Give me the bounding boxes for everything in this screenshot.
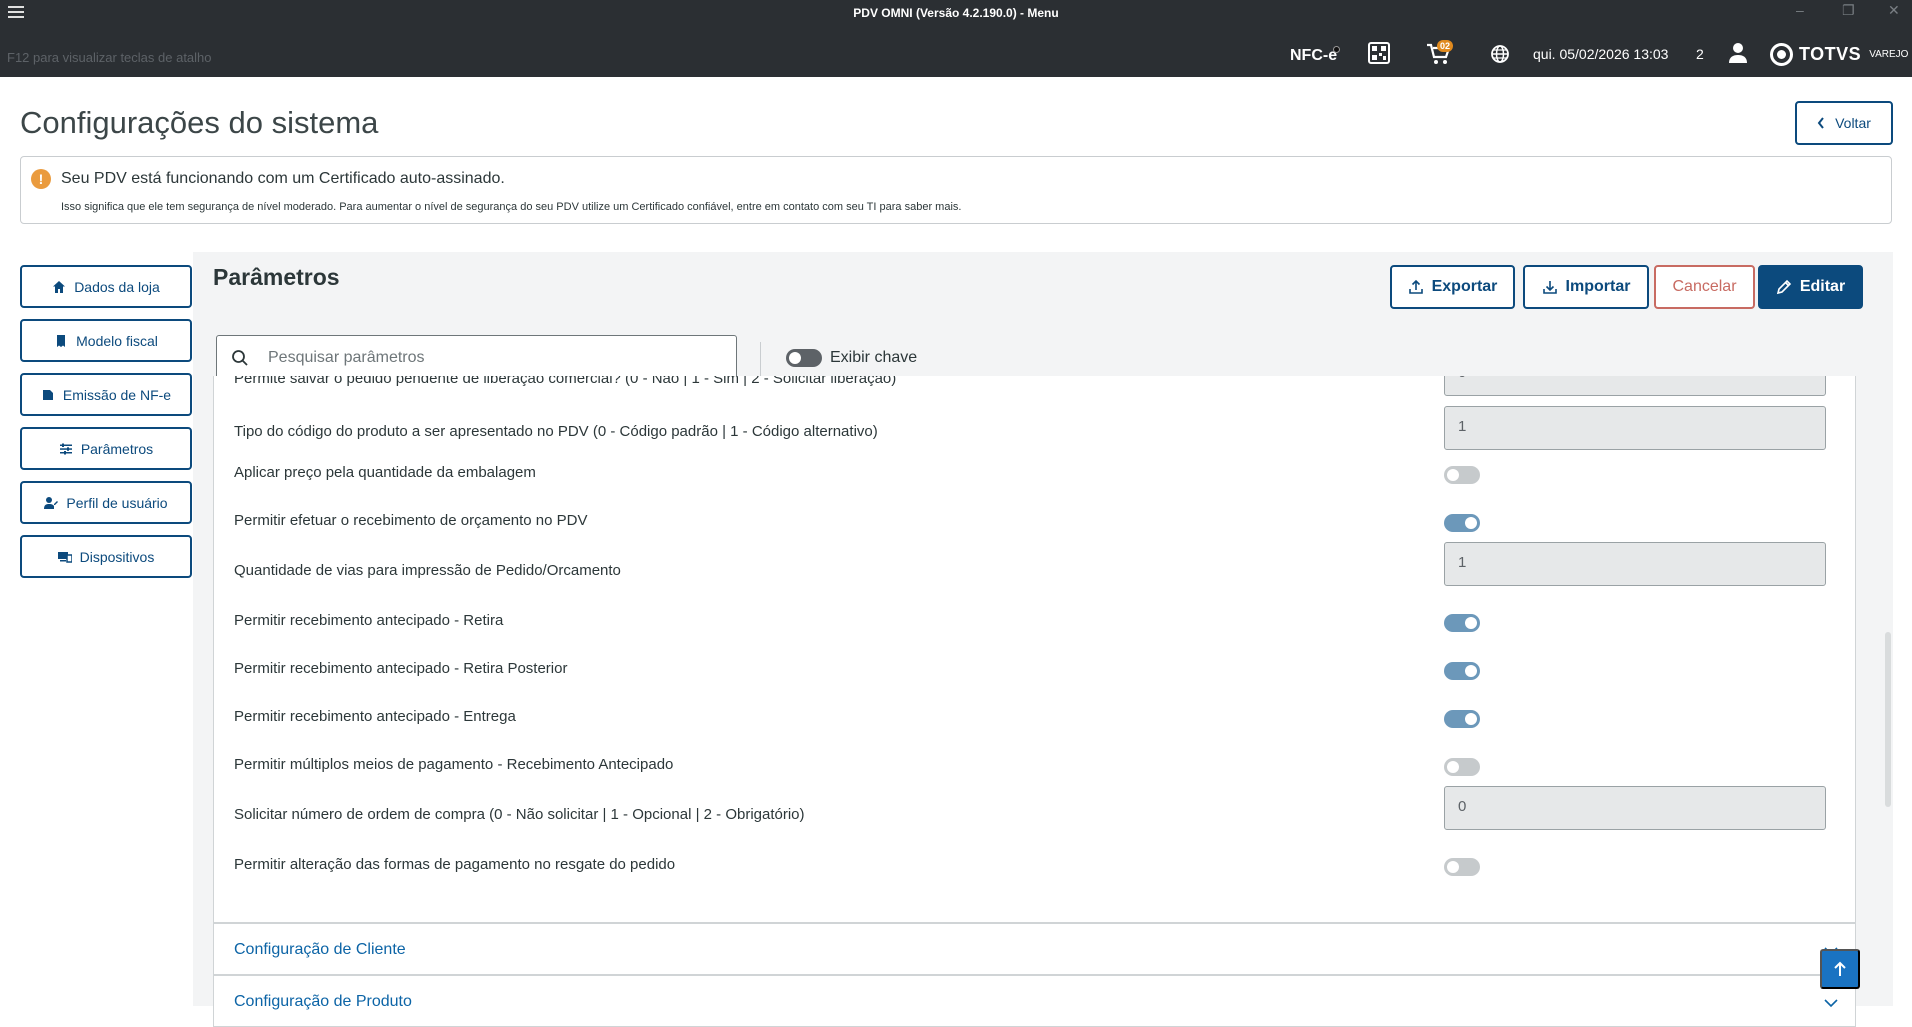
param-label: Solicitar número de ordem de compra (0 -… (234, 806, 805, 823)
show-key-label: Exibir chave (830, 349, 918, 366)
cart-badge: 02 (1437, 40, 1454, 52)
user-count: 2 (1696, 46, 1704, 62)
edit-button-label: Editar (1799, 278, 1846, 295)
search-box (216, 335, 737, 379)
brand-sub: VAREJO (1869, 48, 1909, 60)
datetime: qui. 05/02/2026 13:03 (1533, 46, 1669, 62)
param-value-field[interactable]: 0 (1444, 786, 1826, 830)
alert-title: Seu PDV está funcionando com um Certific… (61, 170, 505, 187)
section-label: Configuração de Cliente (234, 941, 406, 958)
sidebar-item-dispositivos[interactable]: Dispositivos (20, 535, 192, 578)
param-toggle[interactable] (1444, 758, 1480, 776)
nfce-label[interactable]: NFC-e (1290, 47, 1337, 65)
section-label: Configuração de Produto (234, 993, 412, 1010)
param-toggle[interactable] (1444, 514, 1480, 532)
sidebar-item-label: Modelo fiscal (76, 332, 158, 349)
arrow-up-icon (1834, 961, 1846, 976)
alert-text: Isso significa que ele tem segurança de … (61, 201, 962, 213)
param-toggle[interactable] (1444, 710, 1480, 728)
param-toggle[interactable] (1444, 466, 1480, 484)
param-toggle[interactable] (1444, 858, 1480, 876)
nfce-status-dot (1333, 46, 1340, 53)
param-value-field[interactable]: 0 (1444, 376, 1826, 396)
param-label: Aplicar preço pela quantidade da embalag… (234, 464, 536, 481)
export-button[interactable]: Exportar (1390, 265, 1515, 309)
back-button-label: Voltar (1835, 115, 1871, 131)
param-label: Permitir efetuar o recebimento de orçame… (234, 512, 588, 529)
export-button-label: Exportar (1431, 278, 1498, 295)
section-configuracao-cliente[interactable]: Configuração de Cliente (213, 923, 1856, 975)
import-button[interactable]: Importar (1523, 265, 1649, 309)
panel-title: Parâmetros (213, 264, 340, 290)
param-label: Permitir múltiplos meios de pagamento - … (234, 756, 674, 773)
search-input[interactable] (268, 346, 718, 370)
devices-icon (57, 551, 72, 563)
param-toggle[interactable] (1444, 614, 1480, 632)
chevron-left-icon (1817, 117, 1824, 129)
param-label: Permite salvar o pedido pendente de libe… (234, 376, 897, 387)
warning-icon: ! (31, 169, 51, 189)
user-icon[interactable] (1728, 42, 1748, 64)
page-title: Configurações do sistema (20, 105, 379, 140)
param-label: Permitir recebimento antecipado - Retira (234, 612, 504, 629)
close-icon[interactable]: ✕ (1888, 2, 1900, 19)
cancel-button-label: Cancelar (1672, 278, 1737, 295)
receipt-icon (57, 334, 66, 347)
parameters-list: Permite salvar o pedido pendente de libe… (213, 376, 1856, 923)
sliders-icon (59, 443, 72, 454)
cancel-button[interactable]: Cancelar (1654, 265, 1755, 309)
download-icon (1542, 281, 1557, 294)
param-label: Quantidade de vias para impressão de Ped… (234, 562, 621, 579)
sidebar-item-modelo-fiscal[interactable]: Modelo fiscal (20, 319, 192, 362)
totvs-logo-icon (1770, 42, 1793, 66)
settings-sidebar: Dados da loja Modelo fiscal Emissão de N… (20, 265, 192, 589)
sidebar-item-perfil-usuario[interactable]: Perfil de usuário (20, 481, 192, 524)
sidebar-item-label: Emissão de NF-e (62, 386, 172, 403)
param-label: Permitir alteração das formas de pagamen… (234, 856, 676, 873)
minimize-icon[interactable]: – (1796, 2, 1804, 18)
parameters-panel: Parâmetros Exportar Importar Cancelar Ed… (193, 252, 1893, 1027)
window-title: PDV OMNI (Versão 4.2.190.0) - Menu (853, 6, 1059, 20)
search-icon (232, 350, 248, 366)
shortcut-hint: F12 para visualizar teclas de atalho (7, 50, 212, 65)
param-label: Permitir recebimento antecipado - Retira… (234, 660, 568, 677)
certificate-alert: ! Seu PDV está funcionando com um Certif… (20, 156, 1892, 224)
qr-code-icon[interactable] (1368, 42, 1390, 64)
sidebar-item-dados-da-loja[interactable]: Dados da loja (20, 265, 192, 308)
document-icon (42, 389, 53, 400)
param-value-field[interactable]: 1 (1444, 542, 1826, 586)
restore-icon[interactable]: ❐ (1842, 2, 1855, 19)
sidebar-item-label: Perfil de usuário (66, 494, 168, 511)
sidebar-item-parametros[interactable]: Parâmetros (20, 427, 192, 470)
back-button[interactable]: Voltar (1795, 101, 1893, 145)
param-toggle[interactable] (1444, 662, 1480, 680)
globe-icon[interactable] (1490, 44, 1510, 64)
sidebar-item-label: Dispositivos (79, 548, 155, 565)
brand-name: TOTVS (1799, 43, 1862, 64)
pencil-icon (1776, 279, 1791, 295)
chevron-down-icon (1824, 999, 1838, 1008)
title-bar: PDV OMNI (Versão 4.2.190.0) - Menu – ❐ ✕… (0, 0, 1912, 77)
user-edit-icon (44, 496, 59, 509)
upload-icon (1408, 279, 1423, 294)
toolbar-divider (760, 342, 761, 376)
param-label: Permitir recebimento antecipado - Entreg… (234, 708, 516, 725)
edit-button[interactable]: Editar (1758, 265, 1863, 309)
sidebar-item-emissao-nfe[interactable]: Emissão de NF-e (20, 373, 192, 416)
scroll-to-top-button[interactable] (1820, 949, 1860, 989)
scrollbar-thumb[interactable] (1885, 632, 1891, 807)
home-icon (53, 280, 66, 293)
sidebar-item-label: Dados da loja (74, 278, 160, 295)
param-label: Tipo do código do produto a ser apresent… (234, 423, 878, 440)
import-button-label: Importar (1565, 278, 1631, 295)
param-value-field[interactable]: 1 (1444, 406, 1826, 450)
totvs-logo: TOTVS VAREJO (1770, 42, 1908, 66)
section-configuracao-produto[interactable]: Configuração de Produto (213, 975, 1856, 1027)
sidebar-item-label: Parâmetros (80, 440, 154, 457)
show-key-toggle[interactable] (786, 349, 822, 367)
